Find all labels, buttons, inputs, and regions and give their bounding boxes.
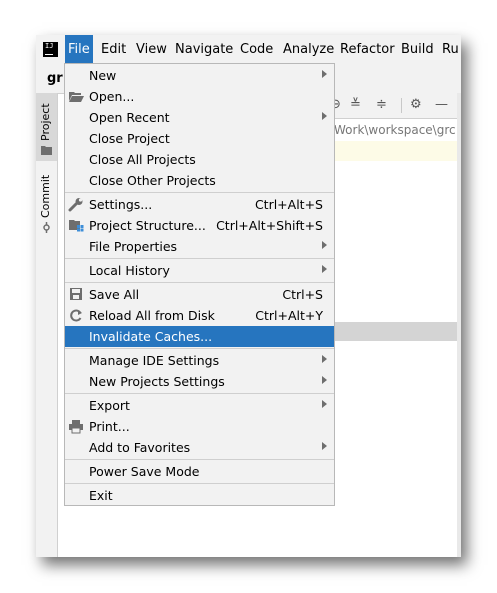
menu-item-label: Settings... [89, 197, 153, 212]
menu-item-label: Close All Projects [89, 152, 196, 167]
menu-item-label: Invalidate Caches... [89, 329, 213, 344]
file-menu-dropdown: New Open... Open Recent Close Project Cl… [64, 63, 335, 506]
save-icon [70, 288, 82, 300]
side-tab-commit-label: Commit [39, 174, 52, 218]
menu-item-file-properties[interactable]: File Properties [65, 236, 334, 257]
menu-code[interactable]: Code [240, 42, 273, 57]
menu-refactor[interactable]: Refactor [340, 42, 395, 57]
menu-separator [65, 192, 334, 193]
menu-item-add-to-favorites[interactable]: Add to Favorites [65, 437, 334, 458]
menu-item-label: Save All [89, 287, 140, 302]
project-tool-panel: ⊖ ≚ ≑ ⚙ — Work\workspace\grc [330, 93, 461, 557]
side-tab-commit[interactable]: Commit [36, 168, 57, 236]
collapse-all-icon[interactable]: ≑ [376, 97, 387, 112]
project-name[interactable]: gr [47, 71, 63, 86]
menu-item-label: Print... [89, 419, 130, 434]
side-tab-project-label: Project [39, 103, 52, 141]
gear-icon[interactable]: ⚙ [410, 97, 422, 112]
menu-item-label: Power Save Mode [89, 464, 200, 479]
menu-item-label: Reload All from Disk [89, 308, 215, 323]
menu-item-shortcut: Ctrl+Alt+S [254, 197, 323, 212]
menu-view[interactable]: View [136, 42, 167, 57]
right-scroll-strip [457, 93, 461, 557]
menu-file[interactable]: File [65, 35, 93, 65]
menu-item-exit[interactable]: Exit [65, 485, 334, 506]
menu-run[interactable]: Ru [442, 42, 459, 57]
menu-bar: IJ File Edit View Navigate Code Analyze … [36, 35, 461, 65]
menu-item-settings[interactable]: Settings... Ctrl+Alt+S [65, 194, 334, 215]
menu-item-new[interactable]: New [65, 65, 334, 86]
menu-item-save-all[interactable]: Save All Ctrl+S [65, 284, 334, 305]
toolbar-divider [401, 98, 402, 113]
menu-item-label: Manage IDE Settings [89, 353, 220, 368]
menu-item-project-structure[interactable]: Project Structure... Ctrl+Alt+Shift+S [65, 215, 334, 236]
menu-item-label: Open Recent [89, 110, 170, 125]
menu-item-close-other-projects[interactable]: Close Other Projects [65, 170, 334, 191]
menu-item-label: Close Other Projects [89, 173, 216, 188]
menu-item-new-projects-settings[interactable]: New Projects Settings [65, 371, 334, 392]
menu-item-shortcut: Ctrl+Alt+Shift+S [216, 218, 323, 233]
submenu-arrow-icon [322, 355, 327, 363]
menu-item-label: Close Project [89, 131, 170, 146]
submenu-arrow-icon [322, 442, 327, 450]
submenu-arrow-icon [322, 265, 327, 273]
minimize-icon[interactable]: — [435, 97, 448, 112]
menu-separator [65, 459, 334, 460]
menu-item-label: New [89, 68, 117, 83]
menu-separator [65, 483, 334, 484]
submenu-arrow-icon [322, 112, 327, 120]
submenu-arrow-icon [322, 376, 327, 384]
project-path: Work\workspace\grc [334, 123, 456, 137]
menu-item-label: Exit [89, 488, 113, 503]
menu-item-open[interactable]: Open... [65, 86, 334, 107]
project-structure-icon [69, 220, 84, 232]
menu-item-open-recent[interactable]: Open Recent [65, 107, 334, 128]
submenu-arrow-icon [322, 70, 327, 78]
menu-item-label: Export [89, 398, 130, 413]
menu-item-label: Open... [89, 89, 135, 104]
menu-item-close-project[interactable]: Close Project [65, 128, 334, 149]
menu-navigate[interactable]: Navigate [175, 42, 233, 57]
menu-separator [65, 348, 334, 349]
folder-icon [41, 146, 52, 155]
path-highlight [334, 141, 461, 161]
project-panel-toolbar: ⊖ ≚ ≑ ⚙ — [330, 93, 461, 119]
submenu-arrow-icon [322, 241, 327, 249]
menu-separator [65, 282, 334, 283]
printer-icon [69, 420, 83, 434]
menu-item-close-all-projects[interactable]: Close All Projects [65, 149, 334, 170]
menu-separator [65, 258, 334, 259]
menu-item-invalidate-caches[interactable]: Invalidate Caches... [65, 326, 334, 347]
menu-item-label: Local History [89, 263, 170, 278]
menu-item-export[interactable]: Export [65, 395, 334, 416]
intellij-logo-icon: IJ [43, 42, 58, 57]
selected-row [334, 322, 461, 341]
menu-item-manage-ide-settings[interactable]: Manage IDE Settings [65, 350, 334, 371]
menu-item-label: Add to Favorites [89, 440, 191, 455]
submenu-arrow-icon [322, 400, 327, 408]
menu-item-shortcut: Ctrl+S [282, 287, 323, 302]
menu-analyze[interactable]: Analyze [283, 42, 334, 57]
reload-icon [70, 309, 82, 322]
menu-edit[interactable]: Edit [101, 42, 126, 57]
menu-separator [65, 393, 334, 394]
wrench-icon [68, 198, 83, 212]
menu-item-local-history[interactable]: Local History [65, 260, 334, 281]
menu-item-power-save-mode[interactable]: Power Save Mode [65, 461, 334, 482]
menu-item-label: New Projects Settings [89, 374, 225, 389]
menu-item-shortcut: Ctrl+Alt+Y [255, 308, 323, 323]
expand-all-icon[interactable]: ≚ [350, 97, 361, 112]
side-tab-project[interactable]: Project [36, 93, 57, 161]
left-tool-strip: Project Commit [36, 93, 58, 557]
menu-item-label: File Properties [89, 239, 178, 254]
menu-item-print[interactable]: Print... [65, 416, 334, 437]
commit-icon [43, 222, 50, 233]
menu-item-label: Project Structure... [89, 218, 206, 233]
folder-icon [69, 92, 84, 102]
menu-item-reload-all[interactable]: Reload All from Disk Ctrl+Alt+Y [65, 305, 334, 326]
menu-build[interactable]: Build [401, 42, 434, 57]
